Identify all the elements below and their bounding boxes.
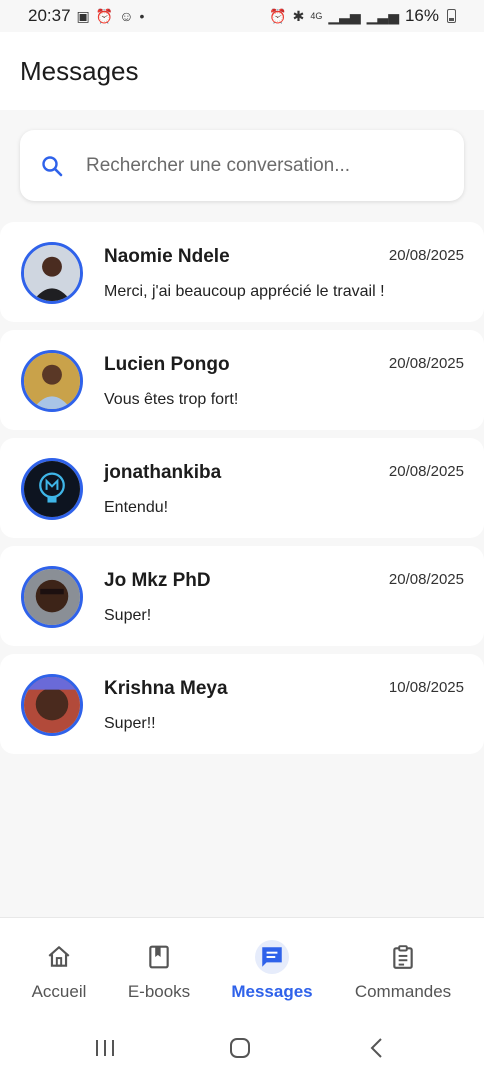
conversation-name: Krishna Meya bbox=[104, 678, 228, 699]
recent-apps-button[interactable] bbox=[94, 1037, 116, 1064]
nav-item-messages[interactable]: Messages bbox=[222, 918, 322, 1018]
search-icon bbox=[42, 155, 63, 176]
4g-icon: 4G bbox=[310, 10, 323, 21]
conversation-preview: Super!! bbox=[104, 715, 156, 732]
nav-label: Accueil bbox=[31, 982, 87, 1001]
conversation-preview: Super! bbox=[104, 607, 152, 624]
conversation-item[interactable]: Naomie Ndele 20/08/2025 Merci, j'ai beau… bbox=[0, 222, 484, 322]
conversation-preview: Vous êtes trop fort! bbox=[104, 391, 239, 408]
status-bar: 20:37 ▣ ⏰ ☺ • ⏰ ✱ 4G ▁▃▅ ▁▃▅ 16% bbox=[0, 0, 484, 32]
avatar bbox=[21, 242, 83, 304]
avatar bbox=[21, 458, 83, 520]
avatar bbox=[21, 350, 83, 412]
clipboard-icon bbox=[386, 940, 420, 974]
battery-percent: 16% bbox=[404, 6, 439, 25]
status-time: 20:37 bbox=[28, 6, 71, 25]
app-header: Messages bbox=[0, 32, 484, 110]
dot-icon: • bbox=[139, 8, 145, 24]
avatar bbox=[21, 674, 83, 736]
back-icon bbox=[370, 1038, 382, 1058]
conversation-item[interactable]: Jo Mkz PhD 20/08/2025 Super! bbox=[0, 546, 484, 646]
search-input[interactable] bbox=[86, 154, 426, 177]
home-circle-icon bbox=[230, 1038, 250, 1058]
recent-apps-icon bbox=[96, 1040, 114, 1056]
signal-icon: ▁▃▅ bbox=[328, 8, 361, 24]
avatar bbox=[21, 566, 83, 628]
conversation-date: 20/08/2025 bbox=[388, 355, 464, 372]
message-icon bbox=[255, 940, 289, 974]
signal-icon: ▁▃▅ bbox=[366, 8, 399, 24]
nav-label: Messages bbox=[231, 982, 313, 1001]
conversation-item[interactable]: Krishna Meya 10/08/2025 Super!! bbox=[0, 654, 484, 754]
bluetooth-icon: ✱ bbox=[292, 8, 305, 24]
conversation-date: 20/08/2025 bbox=[388, 571, 464, 588]
alarm-icon: ⏰ bbox=[95, 8, 114, 24]
page-title: Messages bbox=[20, 55, 139, 86]
back-button[interactable] bbox=[366, 1037, 388, 1064]
conversation-name: jonathankiba bbox=[104, 462, 222, 483]
bottom-nav: Accueil E-books Messages Commandes bbox=[0, 917, 484, 1017]
conversation-item[interactable]: Lucien Pongo 20/08/2025 Vous êtes trop f… bbox=[0, 330, 484, 430]
conversation-name: Lucien Pongo bbox=[104, 354, 230, 375]
conversation-date: 10/08/2025 bbox=[388, 679, 464, 696]
nav-label: Commandes bbox=[354, 982, 452, 1001]
emoji-icon: ☺ bbox=[119, 8, 134, 24]
nav-label: E-books bbox=[127, 982, 191, 1001]
conversation-preview: Entendu! bbox=[104, 499, 169, 516]
conversation-date: 20/08/2025 bbox=[388, 247, 464, 264]
conversation-preview: Merci, j'ai beaucoup apprécié le travail… bbox=[104, 283, 385, 300]
alarm-icon: ⏰ bbox=[269, 8, 287, 24]
home-button[interactable] bbox=[229, 1037, 251, 1064]
gallery-icon: ▣ bbox=[76, 8, 90, 24]
nav-item-ebooks[interactable]: E-books bbox=[118, 918, 200, 1018]
search-box[interactable] bbox=[20, 130, 464, 201]
conversation-name: Jo Mkz PhD bbox=[104, 570, 211, 591]
battery-icon bbox=[447, 9, 456, 23]
nav-item-commandes[interactable]: Commandes bbox=[346, 918, 460, 1018]
system-nav-bar bbox=[0, 1017, 484, 1080]
conversation-date: 20/08/2025 bbox=[388, 463, 464, 480]
conversation-item[interactable]: jonathankiba 20/08/2025 Entendu! bbox=[0, 438, 484, 538]
status-left: 20:37 ▣ ⏰ ☺ • bbox=[28, 6, 144, 26]
status-right: ⏰ ✱ 4G ▁▃▅ ▁▃▅ 16% bbox=[269, 6, 456, 26]
home-icon bbox=[42, 940, 76, 974]
book-icon bbox=[142, 940, 176, 974]
nav-item-accueil[interactable]: Accueil bbox=[20, 918, 98, 1018]
conversation-name: Naomie Ndele bbox=[104, 246, 230, 267]
conversation-list: Naomie Ndele 20/08/2025 Merci, j'ai beau… bbox=[0, 222, 484, 762]
